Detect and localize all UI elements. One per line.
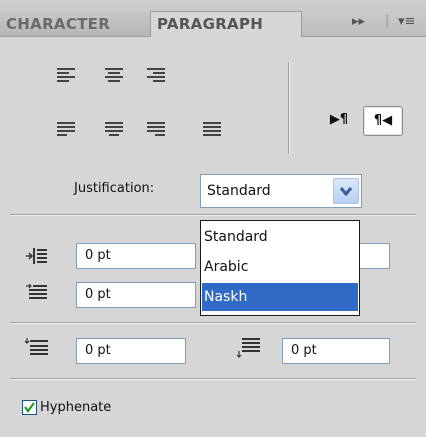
ltr-direction-button[interactable]: ▶¶ xyxy=(322,106,356,134)
align-center-icon[interactable] xyxy=(104,66,124,86)
right-indent-input[interactable] xyxy=(356,243,390,269)
panel-separator: | xyxy=(385,14,390,29)
option-naskh[interactable]: Naskh xyxy=(202,283,358,311)
align-right-icon[interactable] xyxy=(146,66,166,86)
justify-all-icon[interactable] xyxy=(202,120,222,140)
justification-select[interactable]: Standard xyxy=(200,174,362,208)
justification-label: Justification: xyxy=(74,181,155,196)
tab-character[interactable]: CHARACTER xyxy=(0,12,158,36)
align-left-icon[interactable] xyxy=(56,66,76,86)
option-standard[interactable]: Standard xyxy=(202,223,358,251)
option-arabic[interactable]: Arabic xyxy=(202,253,358,281)
chevron-down-icon[interactable] xyxy=(333,178,359,204)
hyphenate-label[interactable]: Hyphenate xyxy=(40,400,111,415)
section-divider xyxy=(10,378,416,380)
space-after-input[interactable]: 0 pt xyxy=(282,338,390,364)
space-after-icon xyxy=(236,338,260,358)
justify-last-left-icon[interactable] xyxy=(56,120,76,140)
first-line-indent-icon xyxy=(26,283,47,299)
justify-last-right-icon[interactable] xyxy=(146,120,166,140)
panel-menu-icon[interactable]: ▾≡ xyxy=(398,14,415,29)
checkmark-icon xyxy=(24,402,35,413)
justification-dropdown-list: Standard Arabic Naskh xyxy=(200,220,360,316)
indent-left-icon xyxy=(26,248,47,264)
hyphenate-checkbox[interactable] xyxy=(22,400,37,415)
space-before-icon xyxy=(24,338,48,355)
section-divider xyxy=(10,214,416,216)
panel-expand-icon[interactable]: ▸▸ xyxy=(352,14,365,29)
left-indent-input[interactable]: 0 pt xyxy=(76,243,196,269)
space-before-input[interactable]: 0 pt xyxy=(76,338,186,364)
alignment-divider xyxy=(288,62,290,154)
panel-tab-bar: CHARACTER PARAGRAPH ▸▸ | ▾≡ xyxy=(0,0,426,37)
justify-last-center-icon[interactable] xyxy=(104,120,124,140)
tab-paragraph[interactable]: PARAGRAPH xyxy=(150,11,302,37)
first-line-indent-input[interactable]: 0 pt xyxy=(76,282,196,308)
section-divider xyxy=(10,322,416,324)
justification-selected-value: Standard xyxy=(207,183,271,199)
rtl-direction-button[interactable]: ¶◀ xyxy=(363,106,403,136)
